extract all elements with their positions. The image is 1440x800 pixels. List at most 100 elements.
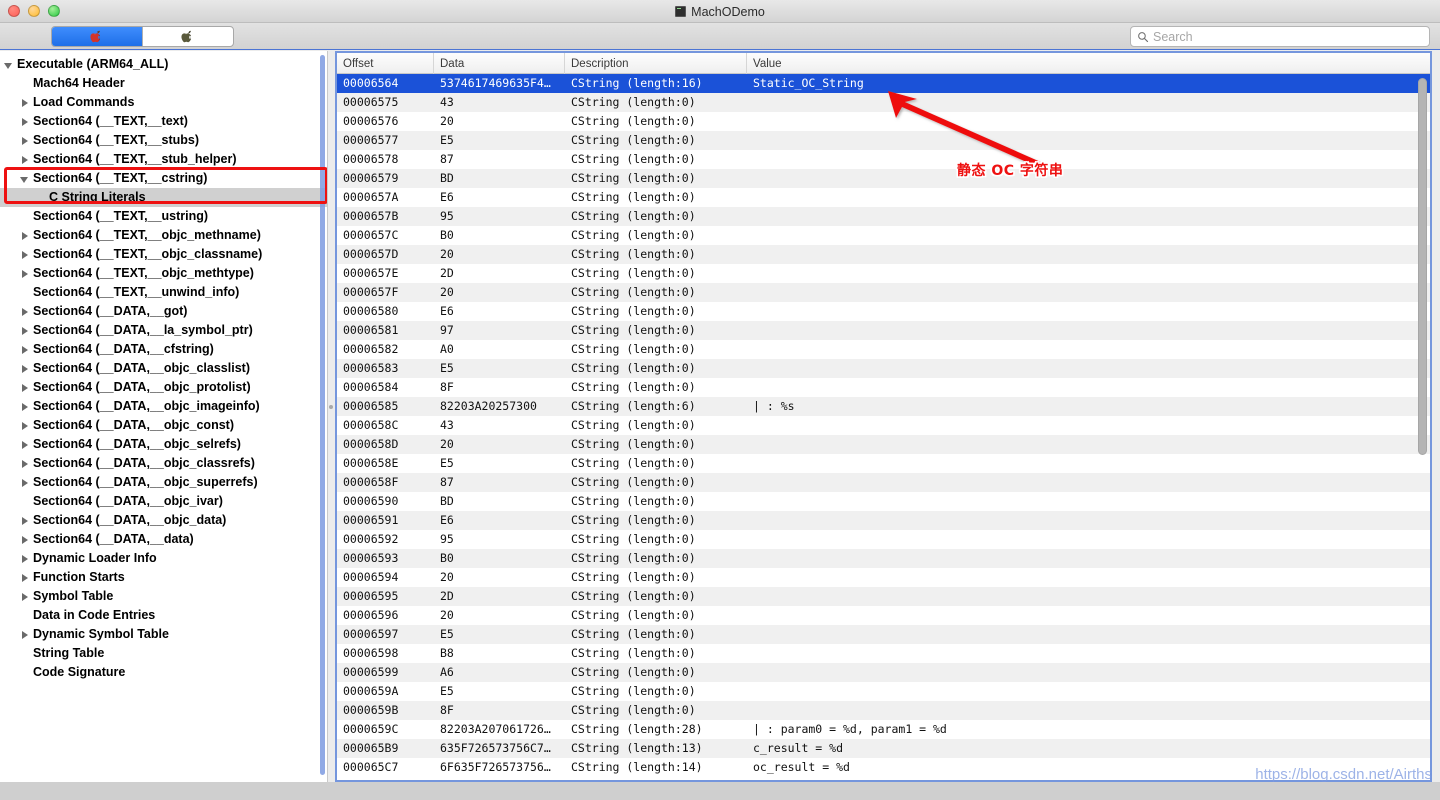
sidebar-item-7[interactable]: C String Literals [0,188,327,207]
chevron-right-icon[interactable] [20,231,30,241]
search-input[interactable] [1153,29,1423,44]
chevron-right-icon[interactable] [20,269,30,279]
structure-sidebar[interactable]: Executable (ARM64_ALL) Mach64 Header Load … [0,51,328,782]
chevron-right-icon[interactable] [20,630,30,640]
chevron-right-icon[interactable] [20,136,30,146]
table-row[interactable]: 00006592 95 CString (length:0) [337,530,1430,549]
chevron-right-icon[interactable] [20,326,30,336]
column-header-description[interactable]: Description [565,53,747,74]
table-row[interactable]: 0000657A E6 CString (length:0) [337,188,1430,207]
sidebar-item-11[interactable]: Section64 (__TEXT,__objc_methtype) [0,264,327,283]
sidebar-item-18[interactable]: Section64 (__DATA,__objc_imageinfo) [0,397,327,416]
sidebar-item-23[interactable]: Section64 (__DATA,__objc_ivar) [0,492,327,511]
chevron-down-icon[interactable] [20,174,30,184]
chevron-right-icon[interactable] [20,440,30,450]
sidebar-item-1[interactable]: Mach64 Header [0,74,327,93]
sidebar-item-24[interactable]: Section64 (__DATA,__objc_data) [0,511,327,530]
sidebar-item-27[interactable]: Function Starts [0,568,327,587]
table-row[interactable]: 00006599 A6 CString (length:0) [337,663,1430,682]
chevron-down-icon[interactable] [4,60,14,70]
table-row[interactable]: 0000658D 20 CString (length:0) [337,435,1430,454]
search-field[interactable] [1130,26,1430,47]
sidebar-item-2[interactable]: Load Commands [0,93,327,112]
sidebar-item-22[interactable]: Section64 (__DATA,__objc_superrefs) [0,473,327,492]
sidebar-item-6[interactable]: Section64 (__TEXT,__cstring) [0,169,327,188]
table-row[interactable]: 0000657C B0 CString (length:0) [337,226,1430,245]
pane-splitter[interactable] [328,51,335,782]
table-row[interactable]: 0000659B 8F CString (length:0) [337,701,1430,720]
sidebar-item-10[interactable]: Section64 (__TEXT,__objc_classname) [0,245,327,264]
chevron-right-icon[interactable] [20,516,30,526]
sidebar-item-17[interactable]: Section64 (__DATA,__objc_protolist) [0,378,327,397]
table-row[interactable]: 00006596 20 CString (length:0) [337,606,1430,625]
column-header-data[interactable]: Data [434,53,565,74]
chevron-right-icon[interactable] [20,345,30,355]
sidebar-item-29[interactable]: Data in Code Entries [0,606,327,625]
table-row[interactable]: 00006594 20 CString (length:0) [337,568,1430,587]
table-row[interactable]: 00006590 BD CString (length:0) [337,492,1430,511]
column-header-value[interactable]: Value [747,53,1430,74]
chevron-right-icon[interactable] [20,383,30,393]
chevron-right-icon[interactable] [20,478,30,488]
table-row[interactable]: 00006564 5374617469635F4… CString (length:… [337,74,1430,93]
chevron-right-icon[interactable] [20,554,30,564]
table-row[interactable]: 0000657B 95 CString (length:0) [337,207,1430,226]
chevron-right-icon[interactable] [20,592,30,602]
table-row[interactable]: 00006576 20 CString (length:0) [337,112,1430,131]
table-row[interactable]: 00006575 43 CString (length:0) [337,93,1430,112]
table-scrollbar-thumb[interactable] [1418,78,1427,455]
sidebar-item-28[interactable]: Symbol Table [0,587,327,606]
table-row[interactable]: 00006595 2D CString (length:0) [337,587,1430,606]
sidebar-item-26[interactable]: Dynamic Loader Info [0,549,327,568]
table-row[interactable]: 00006578 87 CString (length:0) [337,150,1430,169]
table-row[interactable]: 0000658C 43 CString (length:0) [337,416,1430,435]
table-row[interactable]: 000065B9 635F726573756C7… CString (length:… [337,739,1430,758]
chevron-right-icon[interactable] [20,98,30,108]
sidebar-scrollbar[interactable] [320,55,325,775]
arch-arm64-button[interactable] [52,27,143,46]
sidebar-item-32[interactable]: Code Signature [0,663,327,682]
table-row[interactable]: 00006591 E6 CString (length:0) [337,511,1430,530]
table-vertical-scrollbar[interactable] [1418,78,1427,754]
chevron-right-icon[interactable] [20,117,30,127]
table-row[interactable]: 0000657D 20 CString (length:0) [337,245,1430,264]
table-row[interactable]: 00006598 B8 CString (length:0) [337,644,1430,663]
table-row[interactable]: 00006583 E5 CString (length:0) [337,359,1430,378]
column-header-offset[interactable]: Offset [337,53,434,74]
architecture-segmented-control[interactable] [51,26,234,47]
sidebar-item-31[interactable]: String Table [0,644,327,663]
table-row[interactable]: 0000659C 82203A207061726… CString (length:… [337,720,1430,739]
sidebar-item-30[interactable]: Dynamic Symbol Table [0,625,327,644]
sidebar-item-8[interactable]: Section64 (__TEXT,__ustring) [0,207,327,226]
table-row[interactable]: 0000657E 2D CString (length:0) [337,264,1430,283]
chevron-right-icon[interactable] [20,459,30,469]
table-row[interactable]: 00006580 E6 CString (length:0) [337,302,1430,321]
sidebar-item-3[interactable]: Section64 (__TEXT,__text) [0,112,327,131]
chevron-right-icon[interactable] [20,155,30,165]
sidebar-item-19[interactable]: Section64 (__DATA,__objc_const) [0,416,327,435]
sidebar-item-0[interactable]: Executable (ARM64_ALL) [0,55,327,74]
table-row[interactable]: 0000659A E5 CString (length:0) [337,682,1430,701]
sidebar-item-25[interactable]: Section64 (__DATA,__data) [0,530,327,549]
table-row[interactable]: 00006597 E5 CString (length:0) [337,625,1430,644]
chevron-right-icon[interactable] [20,421,30,431]
table-row[interactable]: 0000657F 20 CString (length:0) [337,283,1430,302]
table-row[interactable]: 00006577 E5 CString (length:0) [337,131,1430,150]
table-row[interactable]: 0000658E E5 CString (length:0) [337,454,1430,473]
sidebar-item-14[interactable]: Section64 (__DATA,__la_symbol_ptr) [0,321,327,340]
sidebar-item-4[interactable]: Section64 (__TEXT,__stubs) [0,131,327,150]
sidebar-item-16[interactable]: Section64 (__DATA,__objc_classlist) [0,359,327,378]
table-row[interactable]: 00006579 BD CString (length:0) [337,169,1430,188]
sidebar-item-5[interactable]: Section64 (__TEXT,__stub_helper) [0,150,327,169]
chevron-right-icon[interactable] [20,535,30,545]
sidebar-item-15[interactable]: Section64 (__DATA,__cfstring) [0,340,327,359]
table-row[interactable]: 0000658F 87 CString (length:0) [337,473,1430,492]
chevron-right-icon[interactable] [20,364,30,374]
chevron-right-icon[interactable] [20,307,30,317]
chevron-right-icon[interactable] [20,402,30,412]
table-row[interactable]: 00006584 8F CString (length:0) [337,378,1430,397]
chevron-right-icon[interactable] [20,573,30,583]
chevron-right-icon[interactable] [20,250,30,260]
sidebar-item-12[interactable]: Section64 (__TEXT,__unwind_info) [0,283,327,302]
sidebar-item-20[interactable]: Section64 (__DATA,__objc_selrefs) [0,435,327,454]
